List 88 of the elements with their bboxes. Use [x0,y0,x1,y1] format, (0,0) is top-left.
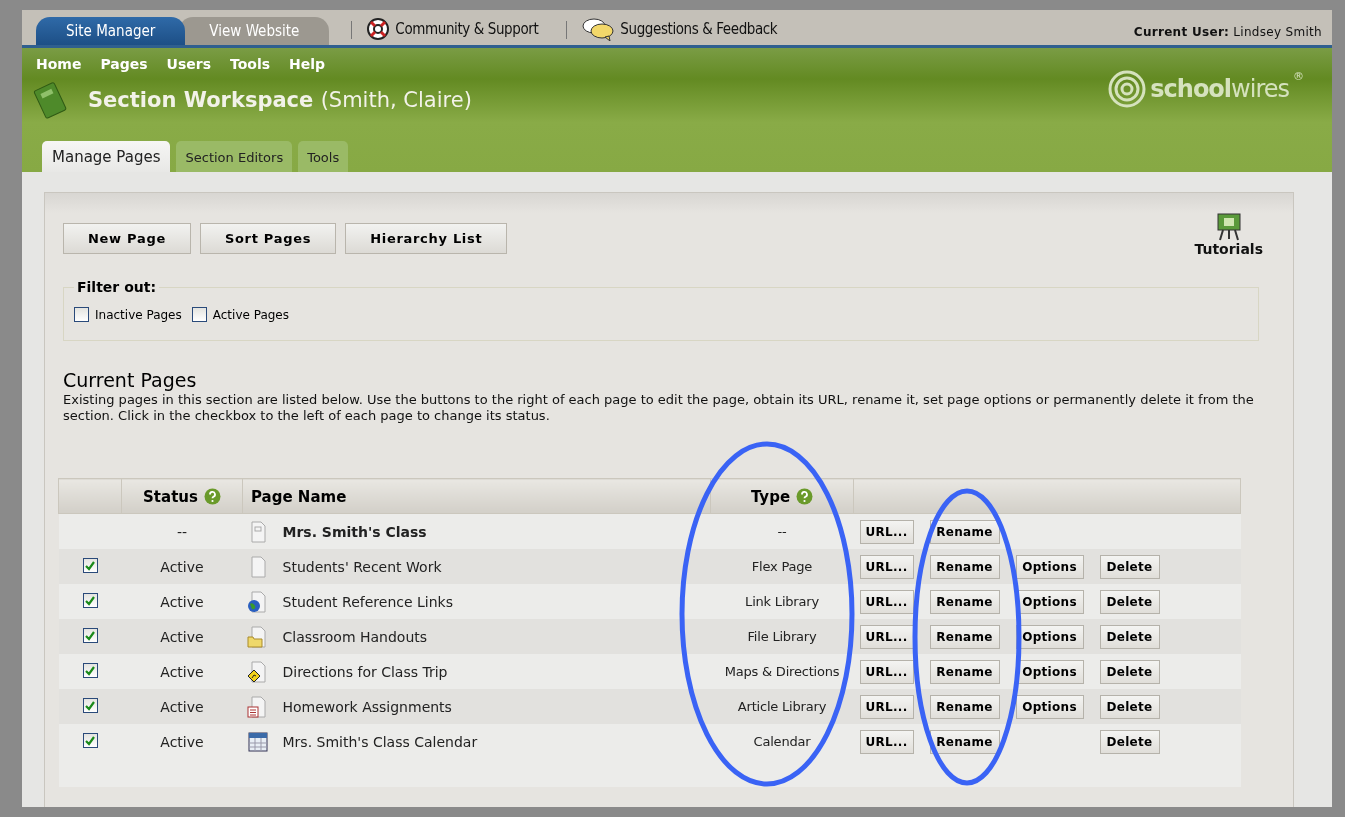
tutorials-link[interactable]: Tutorials [1194,211,1263,257]
row-button[interactable]: Rename [929,729,1000,754]
status-cell: Active [160,628,204,645]
status-cell: -- [176,523,188,540]
page-name: Classroom Handouts [282,628,428,645]
status-checkbox[interactable] [82,593,98,609]
type-cell: Link Library [745,594,819,609]
action-button[interactable]: New Page [63,223,191,254]
row-button[interactable]: Rename [929,554,1000,579]
speech-bubbles-icon [581,17,616,41]
status-checkbox[interactable] [82,733,98,749]
checkbox-label: Inactive Pages [95,307,182,322]
status-checkbox[interactable] [82,698,98,714]
section-tab[interactable]: Section Editors [176,141,293,172]
checkbox[interactable] [191,307,207,322]
action-button[interactable]: Sort Pages [199,223,337,254]
page-name: Student Reference Links [282,593,453,610]
swirl-icon [1108,70,1147,108]
folder-page-icon [246,625,269,648]
page-name: Mrs. Smith's Class Calendar [282,733,478,750]
status-cell: Active [160,558,204,575]
row-button[interactable]: URL... [859,519,914,544]
row-button[interactable]: Rename [929,694,1000,719]
checkbox-label: Active Pages [212,307,289,322]
globe-page-icon [246,590,269,613]
section-heading: Current Pages [63,369,198,391]
status-checkbox[interactable] [82,558,98,574]
top-tab[interactable]: Site Manager [36,17,186,45]
lifebuoy-icon [366,17,391,41]
column-header [58,478,122,514]
row-button[interactable]: URL... [859,659,914,684]
row-button[interactable]: Rename [929,589,1000,614]
page-name: Homework Assignments [282,698,452,715]
type-cell: File Library [747,629,817,644]
type-cell: -- [777,524,787,539]
row-button[interactable]: URL... [859,624,914,649]
row-button[interactable]: URL... [859,694,914,719]
type-cell: Article Library [737,699,827,714]
section-tab[interactable]: Manage Pages [42,141,171,172]
column-header: Status [121,478,243,514]
menu-item[interactable]: Pages [100,56,148,72]
menu-item[interactable]: Help [289,56,326,72]
status-cell: Active [160,733,204,750]
row-button[interactable]: URL... [859,589,914,614]
row-button[interactable]: Delete [1099,729,1160,754]
action-button[interactable]: Hierarchy List [345,223,508,254]
column-header: Page Name [242,478,711,514]
type-cell: Calendar [753,734,811,749]
status-checkbox[interactable] [82,663,98,679]
calendar-icon [246,730,269,753]
row-button[interactable]: Options [1015,694,1084,719]
menu-item[interactable]: Home [36,56,82,72]
status-cell: Active [160,663,204,680]
current-user: Current User: Lindsey Smith [1133,25,1322,39]
row-button[interactable]: Delete [1099,624,1160,649]
checkbox[interactable] [74,307,89,322]
row-button[interactable]: Delete [1099,694,1160,719]
sign-page-icon [246,660,269,683]
logo: schoolwires $^{®}$ [1108,70,1304,108]
status-cell: Active [160,698,204,715]
row-button[interactable]: URL... [859,729,914,754]
row-button[interactable]: Rename [929,519,1000,544]
row-button[interactable]: Delete [1099,589,1160,614]
help-icon[interactable] [796,487,814,505]
top-link[interactable]: Suggestions & Feedback [581,13,778,45]
row-button[interactable]: Delete [1099,554,1160,579]
row-button[interactable]: Rename [929,659,1000,684]
status-cell: Active [160,593,204,610]
row-button[interactable]: Rename [929,624,1000,649]
section-title: Section Workspace (Smith, Claire) [88,88,472,112]
list-page-icon [246,695,269,718]
page-name: Directions for Class Trip [282,663,448,680]
menu-item[interactable]: Users [166,56,212,72]
column-header: Type [710,478,854,514]
description: Existing pages in this section are listed below. Use the buttons to the right of each page to edit the page, obtain its URL, rename it, set page options or permanently delete it from the section. Click in the checkbox to the left of each page to change its status. [63,392,1255,424]
page-name: Mrs. Smith's Class [282,523,427,540]
filter-legend: Filter out: [74,279,159,295]
type-cell: Flex Page [751,559,813,574]
row-button[interactable]: Options [1015,554,1084,579]
type-cell: Maps & Directions [724,664,840,679]
section-tab[interactable]: Tools [298,141,349,172]
row-button[interactable]: Delete [1099,659,1160,684]
row-button[interactable]: URL... [859,554,914,579]
status-checkbox[interactable] [82,628,98,644]
help-icon[interactable] [203,487,221,505]
page-name: Students' Recent Work [282,558,442,575]
menu-item[interactable]: Tools [230,56,271,72]
top-link[interactable]: Community & Support [366,13,539,45]
